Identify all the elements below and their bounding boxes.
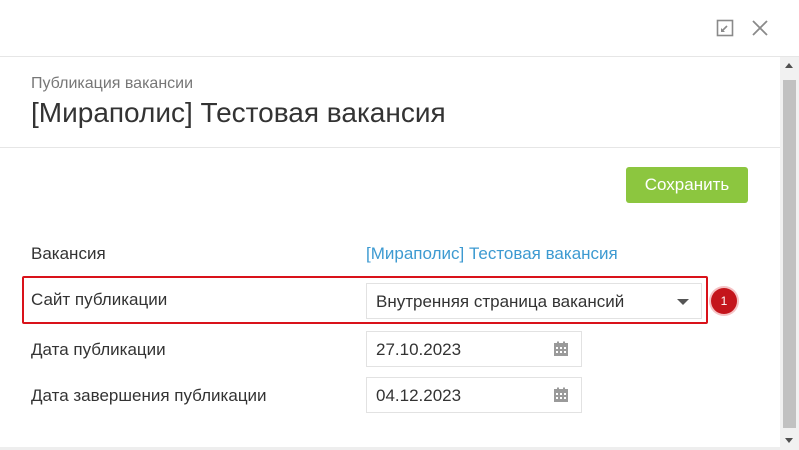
end-date-value: 04.12.2023 xyxy=(376,386,462,405)
vacancy-label: Вакансия xyxy=(31,244,106,263)
publication-date-label: Дата публикации xyxy=(31,340,166,359)
end-date-label: Дата завершения публикации xyxy=(31,386,267,405)
dialog-header: Публикация вакансии [Мираполис] Тестовая… xyxy=(0,57,780,148)
vacancy-link[interactable]: [Мираполис] Тестовая вакансия xyxy=(366,244,618,264)
dialog-topbar xyxy=(0,0,799,57)
publication-date-value: 27.10.2023 xyxy=(376,340,462,359)
expand-icon[interactable] xyxy=(715,18,735,38)
close-icon[interactable] xyxy=(750,18,770,38)
calendar-icon[interactable] xyxy=(553,341,569,357)
annotation-badge: 1 xyxy=(711,288,737,314)
publication-date-field[interactable]: 27.10.2023 xyxy=(366,331,582,367)
end-date-field[interactable]: 04.12.2023 xyxy=(366,377,582,413)
scroll-thumb[interactable] xyxy=(783,80,796,428)
scroll-down-icon[interactable] xyxy=(785,438,793,443)
page-title: [Мираполис] Тестовая вакансия xyxy=(31,97,446,128)
calendar-icon[interactable] xyxy=(553,387,569,403)
highlight-box xyxy=(22,276,708,324)
page-subtitle: Публикация вакансии xyxy=(31,75,194,92)
dialog-content: Публикация вакансии [Мираполис] Тестовая… xyxy=(0,57,780,450)
save-button[interactable]: Сохранить xyxy=(626,167,748,203)
vertical-scrollbar[interactable] xyxy=(780,57,799,450)
scroll-up-icon[interactable] xyxy=(785,63,793,68)
